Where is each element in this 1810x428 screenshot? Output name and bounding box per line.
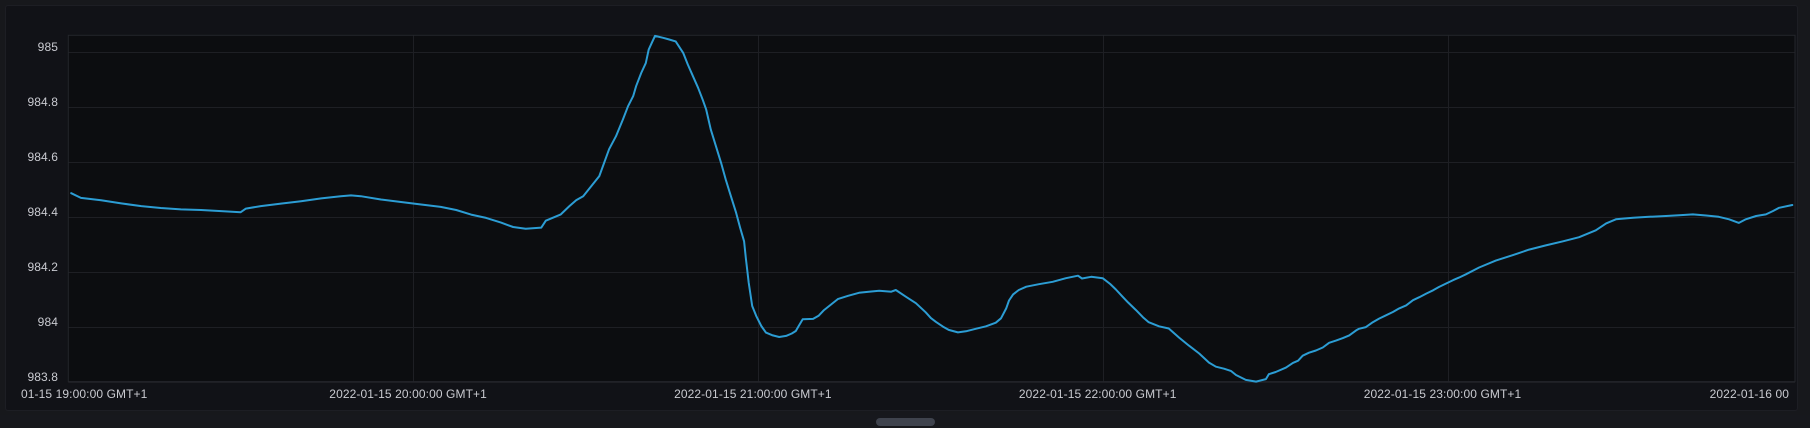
x-axis-tick-label: 2022-01-15 22:00:00 GMT+1 — [1019, 387, 1177, 401]
scrollbar-thumb[interactable] — [876, 418, 935, 426]
timeseries-panel[interactable]: 985 984.8 984.6 984.4 984.2 984 983.8 01-15 19… — [5, 5, 1798, 411]
y-axis-tick-label: 984.4 — [6, 205, 58, 219]
y-axis-tick-label: 984.6 — [6, 150, 58, 164]
y-axis-tick-label: 984.8 — [6, 95, 58, 109]
x-axis-tick-label: 2022-01-15 23:00:00 GMT+1 — [1364, 387, 1522, 401]
y-axis-tick-label: 983.8 — [6, 370, 58, 384]
x-axis-tick-label: 2022-01-16 00 — [1710, 387, 1789, 401]
y-axis-tick-label: 984.2 — [6, 260, 58, 274]
x-axis-tick-label: 2022-01-15 21:00:00 GMT+1 — [674, 387, 832, 401]
plot-area-background — [68, 35, 1795, 381]
chart-canvas[interactable] — [6, 6, 1810, 428]
y-axis-tick-label: 985 — [6, 40, 58, 54]
x-axis-tick-label: 2022-01-15 20:00:00 GMT+1 — [329, 387, 487, 401]
y-axis-tick-label: 984 — [6, 315, 58, 329]
x-axis-tick-label: 01-15 19:00:00 GMT+1 — [21, 387, 147, 401]
horizontal-scrollbar[interactable] — [0, 415, 1810, 422]
